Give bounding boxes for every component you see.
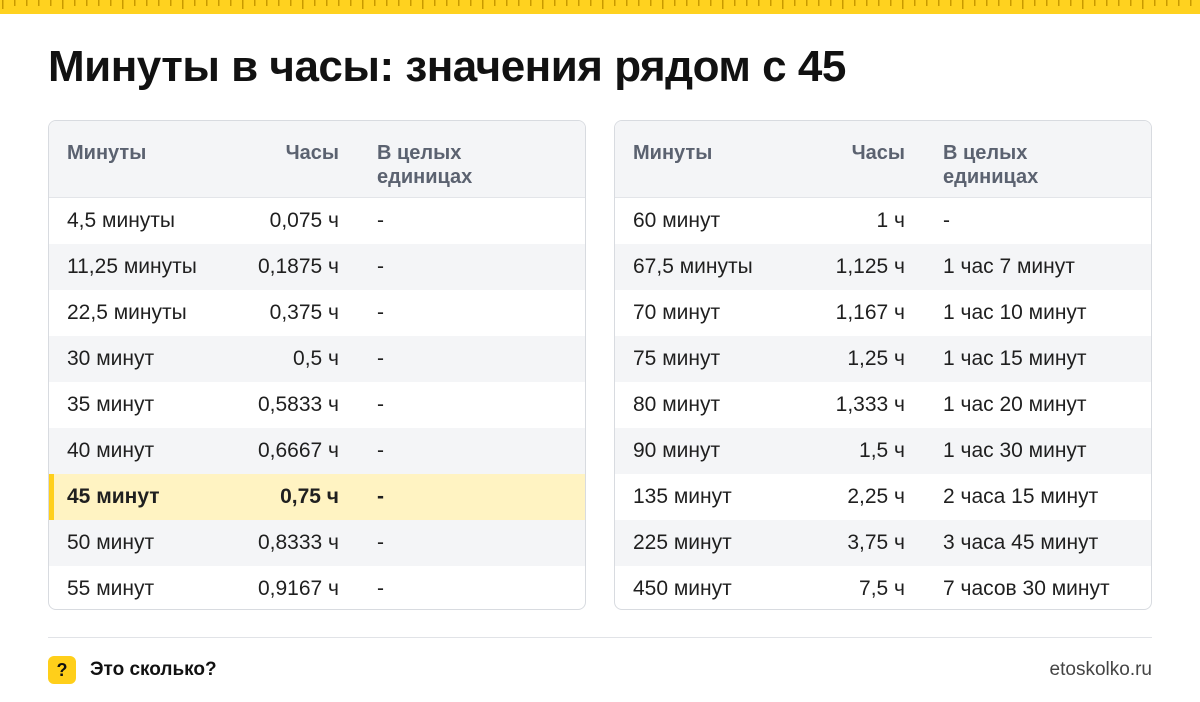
cell-minutes: 22,5 минуты [67, 301, 187, 324]
cell-whole-units: 1 час 15 минут [943, 347, 1087, 370]
cell-minutes: 11,25 минуты [67, 255, 197, 278]
cell-hours: 0,1875 ч [257, 255, 339, 278]
ruler-ticks-icon [2, 0, 1192, 9]
cell-whole-units: 1 час 20 минут [943, 393, 1087, 416]
cell-minutes: 40 минут [67, 439, 155, 462]
table-body: 60 минут 1 ч - 67,5 минуты 1,125 ч 1 час 7 ми… [615, 198, 1151, 609]
cell-hours: 0,5833 ч [257, 393, 339, 416]
cell-minutes: 30 минут [67, 347, 155, 370]
cell-hours: 0,375 ч [269, 301, 339, 324]
table-body: 4,5 минуты 0,075 ч -11,25 минуты 0,1875 ч-2… [49, 198, 585, 609]
cell-hours: 1,167 ч [835, 301, 905, 324]
cell-whole-units: - [377, 577, 384, 600]
cell-whole-units: - [377, 347, 384, 370]
cell-whole-units: 7 часов 30 минут [943, 577, 1110, 600]
cell-hours: 0,8333 ч [257, 531, 339, 554]
cell-hours: 1,125 ч [835, 255, 905, 278]
table-left: Минуты Часы В целых единицах 4,5 минуты 0… [48, 120, 586, 610]
table-row: 70 минут 1,167 ч 1 час 10 минут [615, 290, 1151, 336]
table-row: 11,25 минуты 0,1875 ч - [49, 244, 585, 290]
cell-whole-units: - [377, 439, 384, 462]
cell-hours: 1 ч [876, 209, 905, 232]
cell-whole-units: - [943, 209, 950, 232]
table-header: Минуты Часы В целых единицах [615, 121, 1151, 198]
cell-whole-units: - [377, 255, 384, 278]
cell-hours: 2,25 ч [847, 485, 905, 508]
table-row: 60 минут 1 ч - [615, 198, 1151, 244]
cell-whole-units: - [377, 209, 384, 232]
cell-minutes: 35 минут [67, 393, 155, 416]
cell-minutes: 45 минут [67, 485, 160, 508]
cell-whole-units: - [377, 531, 384, 554]
table-row: 75 минут 1,25 ч 1 час 15 минут [615, 336, 1151, 382]
cell-minutes: 75 минут [633, 347, 721, 370]
cell-hours: 0,075 ч [269, 209, 339, 232]
cell-minutes: 90 минут [633, 439, 721, 462]
table-row: 450 минут 7,5 ч 7 часов 30 минут [615, 566, 1151, 609]
header-minutes: Минуты [633, 142, 713, 164]
header-minutes: Минуты [67, 142, 147, 164]
header-hours: Часы [851, 142, 905, 164]
table-row: 22,5 минуты 0,375 ч - [49, 290, 585, 336]
table-row: 90 минут 1,5 ч 1 час 30 минут [615, 428, 1151, 474]
site-url: etoskolko.ru [1049, 659, 1152, 680]
cell-minutes: 50 минут [67, 531, 155, 554]
table-row: 67,5 минуты 1,125 ч 1 час 7 минут [615, 244, 1151, 290]
header-whole-units: В целых единицах [943, 142, 1039, 188]
page-title: Минуты в часы: значения рядом с 45 [48, 42, 846, 91]
table-row: 35 минут 0,5833 ч - [49, 382, 585, 428]
question-mark-icon: ? [48, 656, 76, 684]
cell-minutes: 225 минут [633, 531, 732, 554]
ruler-decoration [0, 0, 1200, 14]
table-row-highlighted: 45 минут 0,75 ч - [49, 474, 585, 520]
cell-hours: 1,5 ч [859, 439, 905, 462]
cell-whole-units: 1 час 30 минут [943, 439, 1087, 462]
cell-minutes: 67,5 минуты [633, 255, 753, 278]
brand-name: Это сколько? [90, 659, 217, 680]
cell-hours: 0,6667 ч [257, 439, 339, 462]
cell-whole-units: - [377, 301, 384, 324]
cell-minutes: 80 минут [633, 393, 721, 416]
table-row: 135 минут 2,25 ч 2 часа 15 минут [615, 474, 1151, 520]
cell-hours: 7,5 ч [859, 577, 905, 600]
cell-minutes: 135 минут [633, 485, 732, 508]
header-whole-units: В целых единицах [377, 142, 473, 188]
table-header: Минуты Часы В целых единицах [49, 121, 585, 198]
cell-minutes: 4,5 минуты [67, 209, 176, 232]
cell-whole-units: - [377, 393, 384, 416]
cell-hours: 1,333 ч [835, 393, 905, 416]
footer-divider [48, 637, 1152, 638]
cell-hours: 0,9167 ч [257, 577, 339, 600]
cell-hours: 1,25 ч [847, 347, 905, 370]
table-row: 30 минут 0,5 ч - [49, 336, 585, 382]
table-row: 225 минут 3,75 ч 3 часа 45 минут [615, 520, 1151, 566]
cell-hours: 0,5 ч [293, 347, 339, 370]
table-row: 55 минут 0,9167 ч - [49, 566, 585, 609]
cell-whole-units: - [377, 485, 384, 508]
cell-hours: 3,75 ч [847, 531, 905, 554]
cell-whole-units: 2 часа 15 минут [943, 485, 1099, 508]
cell-hours: 0,75 ч [280, 485, 339, 508]
brand: ? Это сколько? [48, 656, 217, 684]
cell-minutes: 60 минут [633, 209, 721, 232]
table-row: 80 минут 1,333 ч 1 час 20 минут [615, 382, 1151, 428]
cell-minutes: 55 минут [67, 577, 155, 600]
cell-whole-units: 1 час 7 минут [943, 255, 1075, 278]
cell-whole-units: 1 час 10 минут [943, 301, 1087, 324]
cell-minutes: 70 минут [633, 301, 721, 324]
header-hours: Часы [285, 142, 339, 164]
table-row: 4,5 минуты 0,075 ч - [49, 198, 585, 244]
table-right: Минуты Часы В целых единицах 60 минут 1 ч… [614, 120, 1152, 610]
table-row: 50 минут 0,8333 ч - [49, 520, 585, 566]
table-row: 40 минут 0,6667 ч - [49, 428, 585, 474]
cell-whole-units: 3 часа 45 минут [943, 531, 1099, 554]
cell-minutes: 450 минут [633, 577, 732, 600]
